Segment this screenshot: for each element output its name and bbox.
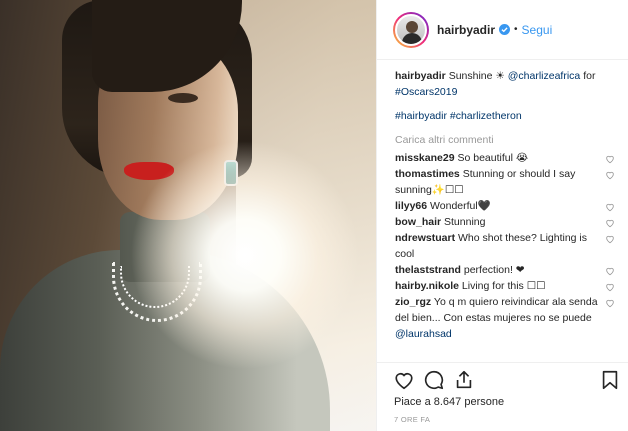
comment-like-icon[interactable] [605, 154, 615, 164]
hashtag-link[interactable]: #charlizetheron [450, 110, 522, 122]
separator-dot: • [514, 24, 518, 35]
comment-icon[interactable] [423, 369, 445, 391]
likes-count[interactable]: Piace a 8.647 persone [394, 396, 504, 408]
avatar-image [395, 13, 427, 46]
comment-like-icon[interactable] [605, 234, 615, 244]
author-username[interactable]: hairbyadir [437, 23, 495, 37]
comment-text: Living for this ☐☐ [461, 280, 546, 292]
load-more-comments[interactable]: Carica altri commenti [395, 132, 621, 148]
instagram-post: hairbyadir • Segui hairbyadir Sunshine ☀… [0, 0, 628, 431]
comment-author[interactable]: ndrewstuart [395, 232, 455, 244]
comment-author[interactable]: bow_hair [395, 216, 441, 228]
caption-author[interactable]: hairbyadir [395, 70, 446, 82]
comment-item: lilyy66 Wonderful🖤 [395, 198, 621, 214]
comment-text: perfection! ❤ [463, 264, 525, 276]
action-icons [393, 369, 475, 391]
follow-button[interactable]: Segui [522, 23, 553, 37]
comment-author[interactable]: thelaststrand [395, 264, 461, 276]
share-icon[interactable] [453, 369, 475, 391]
post-actions: Piace a 8.647 persone 7 ORE FA [377, 362, 628, 431]
heart-icon[interactable] [393, 369, 415, 391]
caption-for: for [583, 70, 596, 82]
comment-author[interactable]: zio_rgz [395, 296, 431, 308]
comment-like-icon[interactable] [605, 202, 615, 212]
photo-light-flare [130, 140, 360, 370]
comment-item: misskane29 So beautiful 😭 [395, 150, 621, 166]
comment-like-icon[interactable] [605, 282, 615, 292]
post-photo[interactable] [0, 0, 376, 431]
comment-like-icon[interactable] [605, 218, 615, 228]
comment-text: Wonderful🖤 [430, 200, 491, 212]
post-timestamp[interactable]: 7 ORE FA [394, 415, 430, 424]
comment-like-icon[interactable] [605, 170, 615, 180]
caption-text: Sunshine ☀ [448, 70, 505, 82]
comment-item: thelaststrand perfection! ❤ [395, 262, 621, 278]
comment-text: So beautiful 😭 [457, 152, 529, 164]
hashtag-link[interactable]: #hairbyadir [395, 110, 447, 122]
comment-author[interactable]: hairby.nikole [395, 280, 459, 292]
comment-text: Stunning [444, 216, 486, 228]
post-tags: #hairbyadir #charlizetheron [395, 108, 621, 124]
photo-eye [168, 93, 198, 103]
bookmark-icon[interactable] [599, 369, 621, 391]
comment-item: bow_hair Stunning [395, 214, 621, 230]
caption-hashtag[interactable]: #Oscars2019 [395, 86, 457, 98]
comment-author[interactable]: lilyy66 [395, 200, 427, 212]
comment-author[interactable]: thomastimes [395, 168, 460, 180]
caption-mention[interactable]: @charlizeafrica [508, 70, 581, 82]
verified-badge-icon [499, 24, 511, 35]
comments-list: hairbyadir Sunshine ☀ @charlizeafrica fo… [395, 68, 621, 342]
comment-like-icon[interactable] [605, 266, 615, 276]
avatar[interactable] [393, 11, 429, 48]
comment-item: hairby.nikole Living for this ☐☐ [395, 278, 621, 294]
post-caption: hairbyadir Sunshine ☀ @charlizeafrica fo… [395, 68, 621, 100]
comment-item: zio_rgz Yo q m quiero reivindicar ala se… [395, 294, 621, 342]
comment-like-icon[interactable] [605, 298, 615, 308]
comment-mention[interactable]: @laurahsad [395, 328, 452, 340]
post-side-panel: hairbyadir • Segui hairbyadir Sunshine ☀… [376, 0, 628, 431]
post-header: hairbyadir • Segui [377, 0, 628, 60]
comment-item: thomastimes Stunning or should I say sun… [395, 166, 621, 198]
comment-author[interactable]: misskane29 [395, 152, 455, 164]
comment-item: ndrewstuart Who shot these? Lighting is … [395, 230, 621, 262]
